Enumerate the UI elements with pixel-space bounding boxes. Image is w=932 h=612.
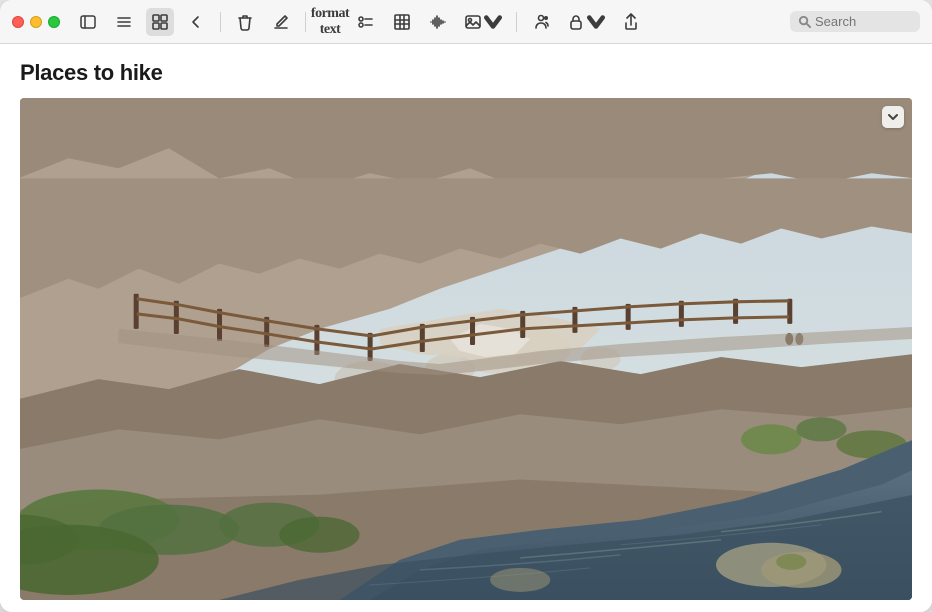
traffic-lights xyxy=(12,16,60,28)
waveform-icon xyxy=(429,13,447,31)
divider-3 xyxy=(516,12,517,32)
trash-icon xyxy=(236,13,254,31)
checklist-icon xyxy=(357,13,375,31)
search-box[interactable] xyxy=(790,11,920,32)
maximize-button[interactable] xyxy=(48,16,60,28)
sidebar-icon xyxy=(79,13,97,31)
share-icon xyxy=(622,13,640,31)
close-button[interactable] xyxy=(12,16,24,28)
landscape-svg xyxy=(20,98,912,600)
chevron-left-icon xyxy=(187,13,205,31)
checklist-button[interactable] xyxy=(352,8,380,36)
collaborate-button[interactable] xyxy=(527,8,555,36)
lock-button[interactable] xyxy=(563,8,609,36)
list-view-button[interactable] xyxy=(110,8,138,36)
compose-icon xyxy=(272,13,290,31)
grid-icon xyxy=(151,13,169,31)
chevron-down-small-icon xyxy=(887,111,899,123)
divider-2 xyxy=(305,12,306,32)
search-icon xyxy=(798,15,811,28)
image-expand-button[interactable] xyxy=(882,106,904,128)
note-content: Places to hike xyxy=(0,44,932,612)
table-button[interactable] xyxy=(388,8,416,36)
list-icon xyxy=(115,13,133,31)
main-window: format text xyxy=(0,0,932,612)
note-title: Places to hike xyxy=(20,60,912,86)
delete-button[interactable] xyxy=(231,8,259,36)
media-button[interactable] xyxy=(460,8,506,36)
note-image xyxy=(20,98,912,600)
chevron-down-icon xyxy=(484,13,502,31)
lock-icon xyxy=(567,13,585,31)
photo-icon xyxy=(464,13,482,31)
search-input[interactable] xyxy=(815,14,912,29)
format-text-button[interactable]: format text xyxy=(316,8,344,36)
lock-chevron-icon xyxy=(587,13,605,31)
collaborate-icon xyxy=(532,13,550,31)
format-text-label: format text xyxy=(311,6,349,38)
compose-button[interactable] xyxy=(267,8,295,36)
back-button[interactable] xyxy=(182,8,210,36)
table-icon xyxy=(393,13,411,31)
landscape-scene xyxy=(20,98,912,600)
divider-1 xyxy=(220,12,221,32)
grid-view-button[interactable] xyxy=(146,8,174,36)
share-button[interactable] xyxy=(617,8,645,36)
audio-button[interactable] xyxy=(424,8,452,36)
sidebar-toggle-button[interactable] xyxy=(74,8,102,36)
minimize-button[interactable] xyxy=(30,16,42,28)
titlebar: format text xyxy=(0,0,932,44)
